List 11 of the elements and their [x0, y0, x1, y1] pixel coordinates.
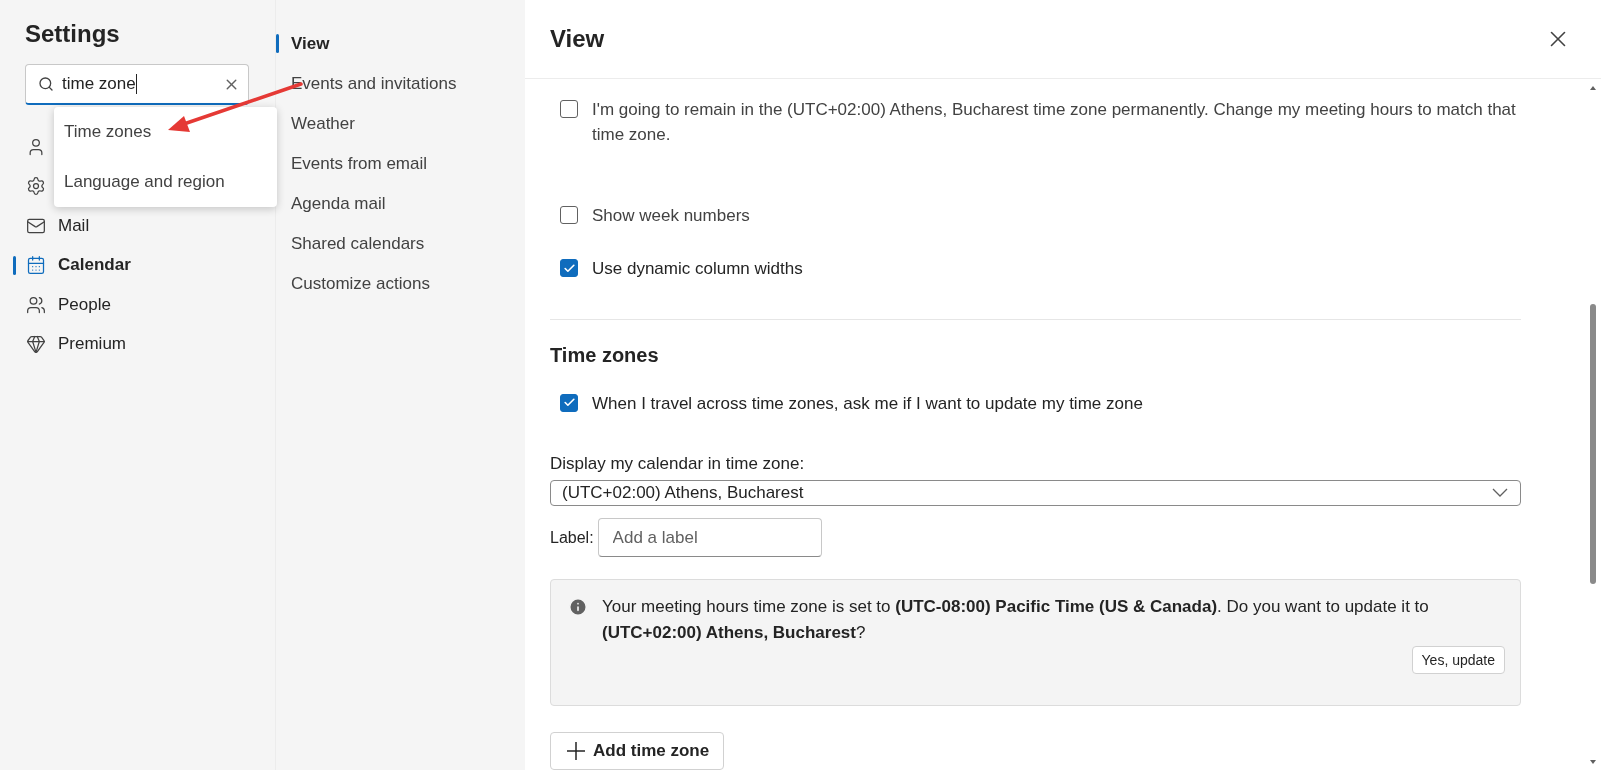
field-caption: Label:: [550, 528, 594, 547]
search-text: time zone: [62, 74, 137, 94]
option-label: Show week numbers: [592, 205, 750, 227]
section-heading: Time zones: [550, 343, 660, 367]
field-caption: Display my calendar in time zone:: [550, 453, 806, 474]
panel-title: View: [550, 25, 605, 53]
settings-title: Settings: [24, 20, 121, 48]
option-label: Use dynamic column widths: [592, 258, 803, 280]
option-label: When I travel across time zones, ask me if I want to update my time zone: [592, 392, 1143, 415]
notice-text: Your meeting hours time zone is set to (UTC-08:00) Pacific Time (US & Canada). Do you want to update it to (UTC+02:00) Athens, Bucharest?: [602, 596, 1430, 644]
option-label: I'm going to remain in the (UTC+02:00) Athens, Bucharest time zone permanently. Change my meeting hours to match that time zone.: [592, 99, 1517, 146]
